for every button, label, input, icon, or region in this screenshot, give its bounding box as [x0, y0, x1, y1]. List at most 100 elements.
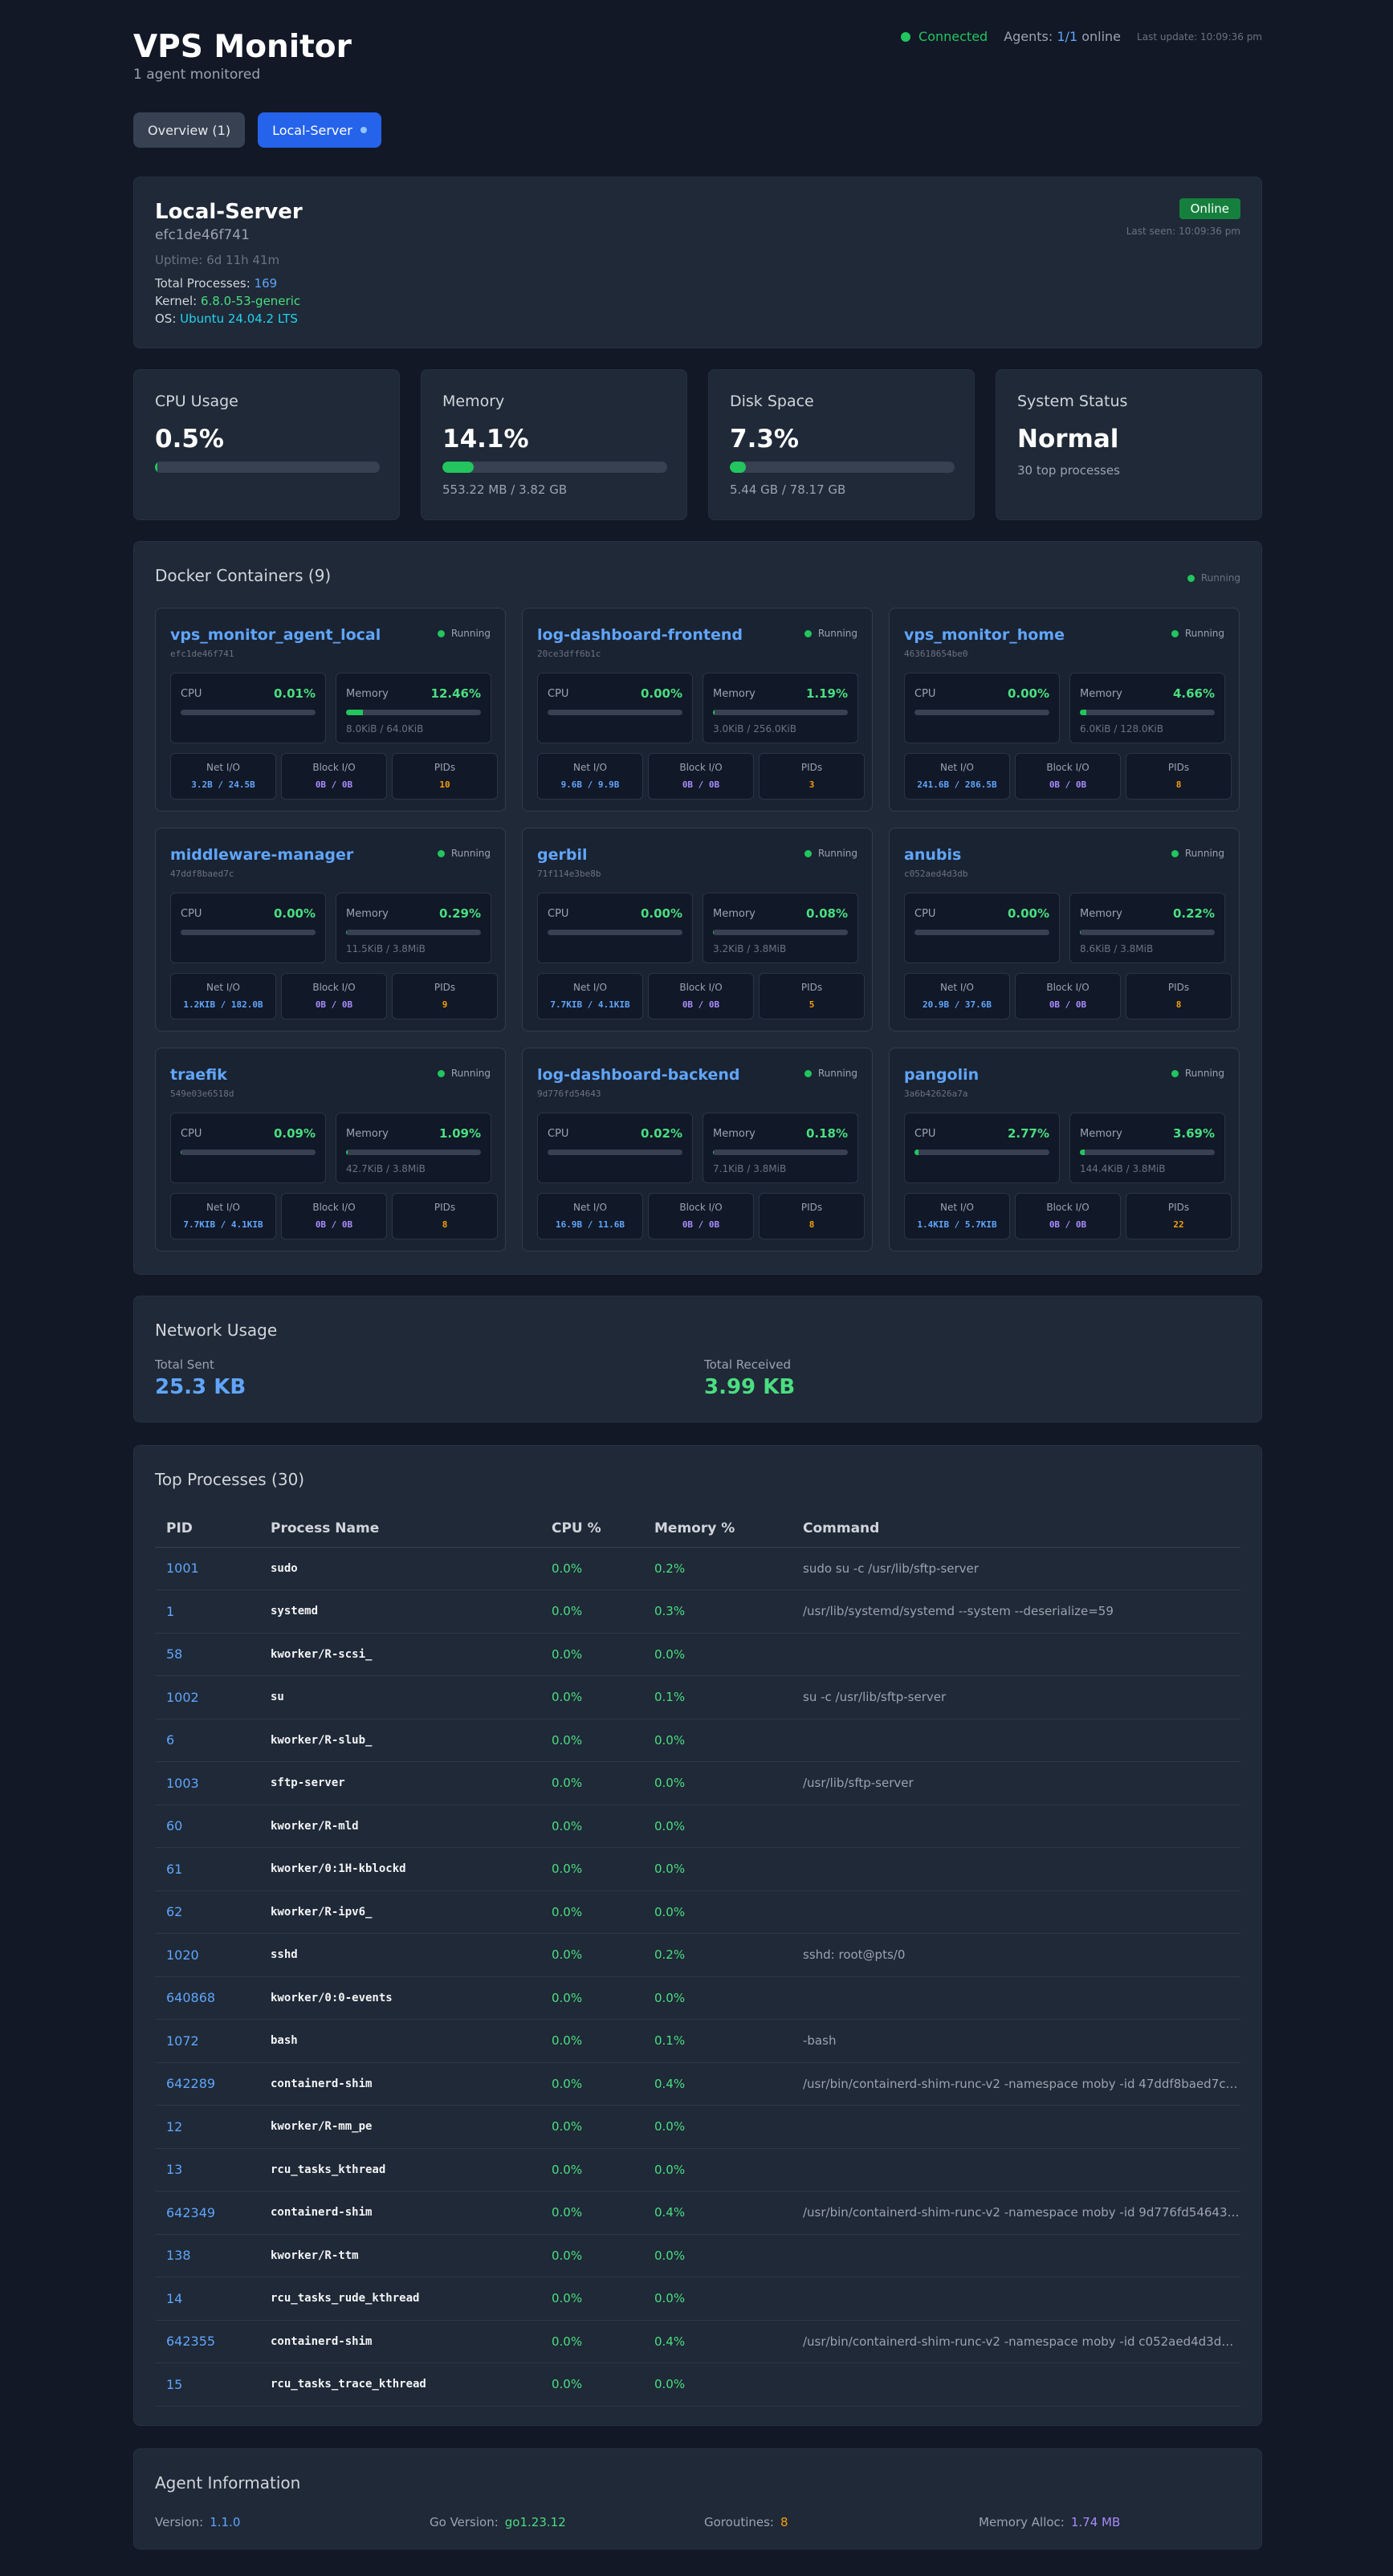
pids-value: 8: [442, 1219, 448, 1230]
block-io-label: Block I/O: [1046, 762, 1090, 773]
table-row[interactable]: 12 kworker/R-mm_pe 0.0% 0.0%: [155, 2105, 1240, 2149]
process-pid: 1002: [155, 1675, 259, 1719]
container-card[interactable]: log-dashboard-frontend 20ce3dff6b1c Runnin…: [522, 608, 873, 812]
table-row[interactable]: 138 kworker/R-ttm 0.0% 0.0%: [155, 2234, 1240, 2277]
container-cpu-box: CPU 2.77%: [904, 1113, 1060, 1183]
process-pid: 1: [155, 1589, 259, 1634]
process-name: kworker/R-slub_: [259, 1719, 540, 1762]
col-command[interactable]: Command: [792, 1510, 1240, 1548]
container-memory-value: 4.66%: [1172, 686, 1215, 701]
table-row[interactable]: 1002 su 0.0% 0.1% su -c /usr/lib/sftp-server: [155, 1675, 1240, 1719]
go-version: Go Version: go1.23.12: [430, 2515, 566, 2529]
process-name: systemd: [259, 1589, 540, 1634]
table-row[interactable]: 642355 containerd-shim 0.0% 0.4%/usr/bin/co…: [155, 2320, 1240, 2363]
table-row[interactable]: 642349 containerd-shim 0.0% 0.4%/usr/bin/co…: [155, 2191, 1240, 2235]
container-net-io: Net I/O 3.2B / 24.5B: [170, 753, 276, 800]
process-cpu: 0.0%: [540, 2362, 643, 2407]
container-card[interactable]: log-dashboard-backend 9d776fd54643 Running…: [522, 1048, 873, 1251]
process-cpu: 0.0%: [540, 1976, 643, 2020]
container-name[interactable]: log-dashboard-frontend: [537, 626, 743, 644]
process-cpu: 0.0%: [540, 1633, 643, 1676]
process-command: /usr/bin/containerd-shim-runc-v2 -namesp…: [792, 2320, 1240, 2363]
container-memory-bar: [713, 1150, 848, 1155]
container-status-label: Running: [1184, 1068, 1224, 1079]
container-cpu-box: CPU 0.09%: [170, 1113, 326, 1183]
agents-suffix: online: [1081, 29, 1122, 44]
running-dot-icon: [437, 1069, 445, 1077]
process-command: /usr/lib/systemd/systemd --system --dese…: [792, 1589, 1240, 1634]
container-memory-label: Memory: [713, 1128, 756, 1140]
container-name[interactable]: vps_monitor_home: [904, 626, 1065, 644]
table-row[interactable]: 14 rcu_tasks_rude_kthread 0.0% 0.0%: [155, 2277, 1240, 2321]
container-memory-label: Memory: [346, 688, 389, 700]
container-cpu-label: CPU: [181, 1128, 202, 1140]
pids-label: PIDs: [1167, 1202, 1190, 1213]
table-row[interactable]: 60 kworker/R-mld 0.0% 0.0%: [155, 1805, 1240, 1848]
col-pid[interactable]: PID: [155, 1510, 259, 1548]
container-block-io: Block I/O 0B / 0B: [281, 973, 387, 1019]
process-memory: 0.4%: [643, 2062, 792, 2106]
table-row[interactable]: 1 systemd 0.0% 0.3%/usr/lib/systemd/systemd…: [155, 1589, 1240, 1634]
container-card[interactable]: pangolin 3a6b42626a7a Running CPU 2.77% Memor…: [889, 1048, 1240, 1251]
table-row[interactable]: 1001 sudo 0.0% 0.2% sudo su -c /usr/lib/sftp…: [155, 1547, 1240, 1590]
container-name[interactable]: pangolin: [904, 1066, 979, 1084]
process-cpu: 0.0%: [540, 2019, 643, 2063]
container-card[interactable]: gerbil 71f114e3be8b Running CPU 0.00% Memory 0…: [522, 828, 873, 1032]
col-memory[interactable]: Memory %: [643, 1510, 792, 1548]
docker-containers-panel: Docker Containers (9) Running vps_monito…: [133, 541, 1262, 1275]
block-io-value: 0B / 0B: [1049, 999, 1087, 1010]
table-row[interactable]: 13 rcu_tasks_kthread 0.0% 0.0%: [155, 2148, 1240, 2191]
agent-version-value: 1.1.0: [210, 2515, 241, 2529]
col-process-name[interactable]: Process Name: [259, 1510, 540, 1548]
container-status: Running: [1171, 1068, 1224, 1079]
container-id: 71f114e3be8b: [537, 869, 601, 879]
container-name[interactable]: vps_monitor_agent_local: [170, 626, 381, 644]
pids-value: 5: [809, 999, 815, 1010]
container-card[interactable]: traefik 549e03e6518d Running CPU 0.09% Memory…: [155, 1048, 506, 1251]
table-row[interactable]: 6 kworker/R-slub_ 0.0% 0.0%: [155, 1719, 1240, 1762]
net-io-label: Net I/O: [940, 762, 974, 773]
container-cpu-box: CPU 0.02%: [537, 1113, 693, 1183]
last-seen: Last seen: 10:09:36 pm: [1126, 226, 1240, 237]
container-name[interactable]: gerbil: [537, 846, 587, 864]
container-name[interactable]: middleware-manager: [170, 846, 353, 864]
container-id: 47ddf8baed7c: [170, 869, 234, 879]
col-cpu[interactable]: CPU %: [540, 1510, 643, 1548]
table-row[interactable]: 15 rcu_tasks_trace_kthread 0.0% 0.0%: [155, 2362, 1240, 2407]
container-card[interactable]: anubis c052aed4d3db Running CPU 0.00% Memory 0…: [889, 828, 1240, 1032]
container-cpu-bar: [181, 930, 316, 935]
process-memory: 0.1%: [643, 2019, 792, 2063]
table-row[interactable]: 1003 sftp-server 0.0% 0.0%/usr/lib/sftp-ser…: [155, 1761, 1240, 1805]
container-cpu-bar: [914, 1150, 1049, 1155]
net-io-label: Net I/O: [940, 982, 974, 993]
container-name[interactable]: traefik: [170, 1066, 227, 1084]
tab-local-server[interactable]: Local-Server: [258, 112, 381, 148]
container-id: 3a6b42626a7a: [904, 1089, 968, 1099]
table-row[interactable]: 640868 kworker/0:0-events 0.0% 0.0%: [155, 1976, 1240, 2020]
container-pids: PIDs 8: [759, 1193, 865, 1239]
table-row[interactable]: 1072 bash 0.0% 0.1% -bash: [155, 2019, 1240, 2063]
container-card[interactable]: vps_monitor_home 463618654be0 Running CPU 0.…: [889, 608, 1240, 812]
process-pid: 642349: [155, 2191, 259, 2235]
table-row[interactable]: 61 kworker/0:1H-kblockd 0.0% 0.0%: [155, 1847, 1240, 1891]
container-name[interactable]: anubis: [904, 846, 961, 864]
last-update: Last update: 10:09:36 pm: [1137, 31, 1262, 43]
table-row[interactable]: 642289 containerd-shim 0.0% 0.4%/usr/bin/co…: [155, 2062, 1240, 2106]
memory-value: 14.1%: [442, 425, 529, 454]
pids-value: 22: [1173, 1219, 1184, 1230]
container-memory-bar: [346, 930, 481, 935]
container-card[interactable]: vps_monitor_agent_local efc1de46f741 Runni…: [155, 608, 506, 812]
container-cpu-label: CPU: [181, 688, 202, 700]
table-row[interactable]: 1020 sshd 0.0% 0.2% sshd: root@pts/0: [155, 1933, 1240, 1977]
table-row[interactable]: 62 kworker/R-ipv6_ 0.0% 0.0%: [155, 1890, 1240, 1934]
running-dot-icon: [1171, 1069, 1179, 1077]
container-name[interactable]: log-dashboard-backend: [537, 1066, 739, 1084]
container-card[interactable]: middleware-manager 47ddf8baed7c Running CPU…: [155, 828, 506, 1032]
disk-space-card: Disk Space 7.3% 5.44 GB / 78.17 GB: [708, 369, 975, 520]
process-cpu: 0.0%: [540, 1589, 643, 1634]
container-status: Running: [437, 628, 491, 639]
tab-overview[interactable]: Overview (1): [133, 112, 246, 148]
table-row[interactable]: 58 kworker/R-scsi_ 0.0% 0.0%: [155, 1633, 1240, 1676]
block-io-value: 0B / 0B: [682, 779, 720, 790]
container-memory-usage: 3.0KiB / 256.0KiB: [713, 723, 796, 735]
